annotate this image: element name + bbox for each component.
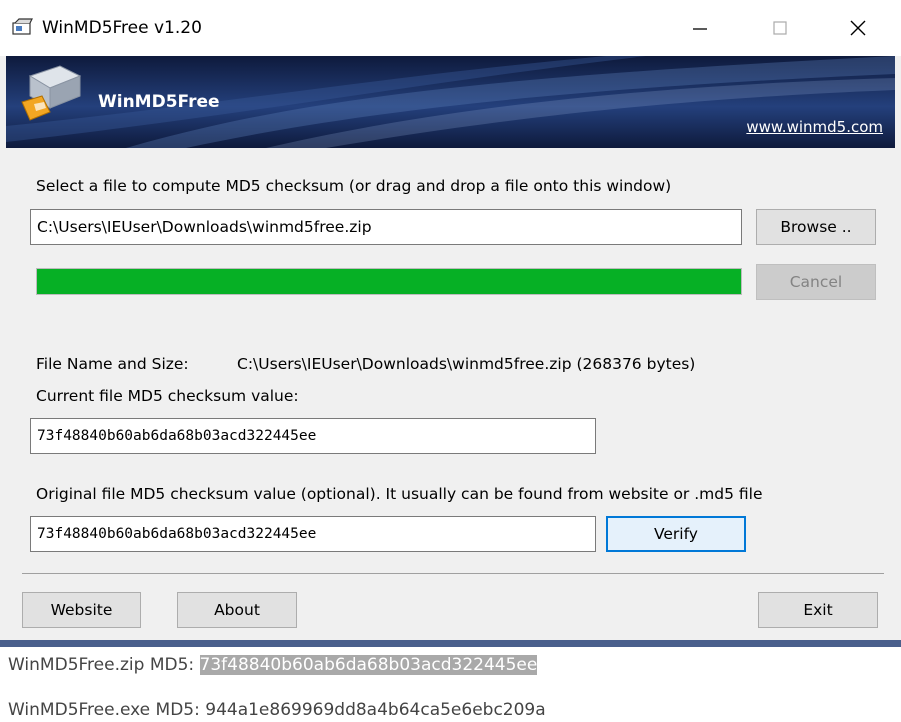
website-button[interactable]: Website <box>22 592 141 628</box>
minimize-button[interactable] <box>672 0 728 56</box>
current-md5-label: Current file MD5 checksum value: <box>36 387 299 405</box>
minimize-icon <box>693 28 707 30</box>
website-link[interactable]: www.winmd5.com <box>746 118 883 136</box>
verify-button[interactable]: Verify <box>606 516 746 552</box>
close-button[interactable] <box>830 0 886 56</box>
progress-bar <box>36 268 742 295</box>
zip-md5-hash[interactable]: 73f48840b60ab6da68b03acd322445ee <box>199 655 538 675</box>
about-button[interactable]: About <box>177 592 297 628</box>
file-path-input[interactable]: C:\Users\IEUser\Downloads\winmd5free.zip <box>30 209 742 245</box>
app-window: WinMD5Free v1.20 WinMD5Free www.winmd5.c… <box>0 0 901 640</box>
cancel-button[interactable]: Cancel <box>756 264 876 300</box>
maximize-button[interactable] <box>752 0 808 56</box>
maximize-icon <box>773 21 787 35</box>
file-name-size-value: C:\Users\IEUser\Downloads\winmd5free.zip… <box>237 355 696 373</box>
separator <box>22 573 884 574</box>
logo-icon <box>21 65 82 121</box>
progress-fill <box>37 269 741 294</box>
banner-app-name: WinMD5Free <box>98 92 220 112</box>
exe-md5-line: WinMD5Free.exe MD5: 944a1e869969dd8a4b64… <box>8 700 546 720</box>
close-icon <box>850 20 866 36</box>
app-icon <box>12 18 33 35</box>
file-name-size-label: File Name and Size: <box>36 355 189 373</box>
title-bar[interactable]: WinMD5Free v1.20 <box>0 0 901 56</box>
zip-md5-line: WinMD5Free.zip MD5: 73f48840b60ab6da68b0… <box>8 655 538 675</box>
browse-button[interactable]: Browse .. <box>756 209 876 245</box>
zip-md5-prefix: WinMD5Free.zip MD5: <box>8 655 200 675</box>
window-bottom-border <box>0 640 901 647</box>
original-md5-input[interactable]: 73f48840b60ab6da68b03acd322445ee <box>30 516 596 552</box>
select-file-label: Select a file to compute MD5 checksum (o… <box>36 177 672 195</box>
window-title: WinMD5Free v1.20 <box>42 18 202 38</box>
header-banner: WinMD5Free www.winmd5.com <box>6 56 895 148</box>
original-md5-label: Original file MD5 checksum value (option… <box>36 485 763 503</box>
current-md5-field[interactable]: 73f48840b60ab6da68b03acd322445ee <box>30 418 596 454</box>
exit-button[interactable]: Exit <box>758 592 878 628</box>
